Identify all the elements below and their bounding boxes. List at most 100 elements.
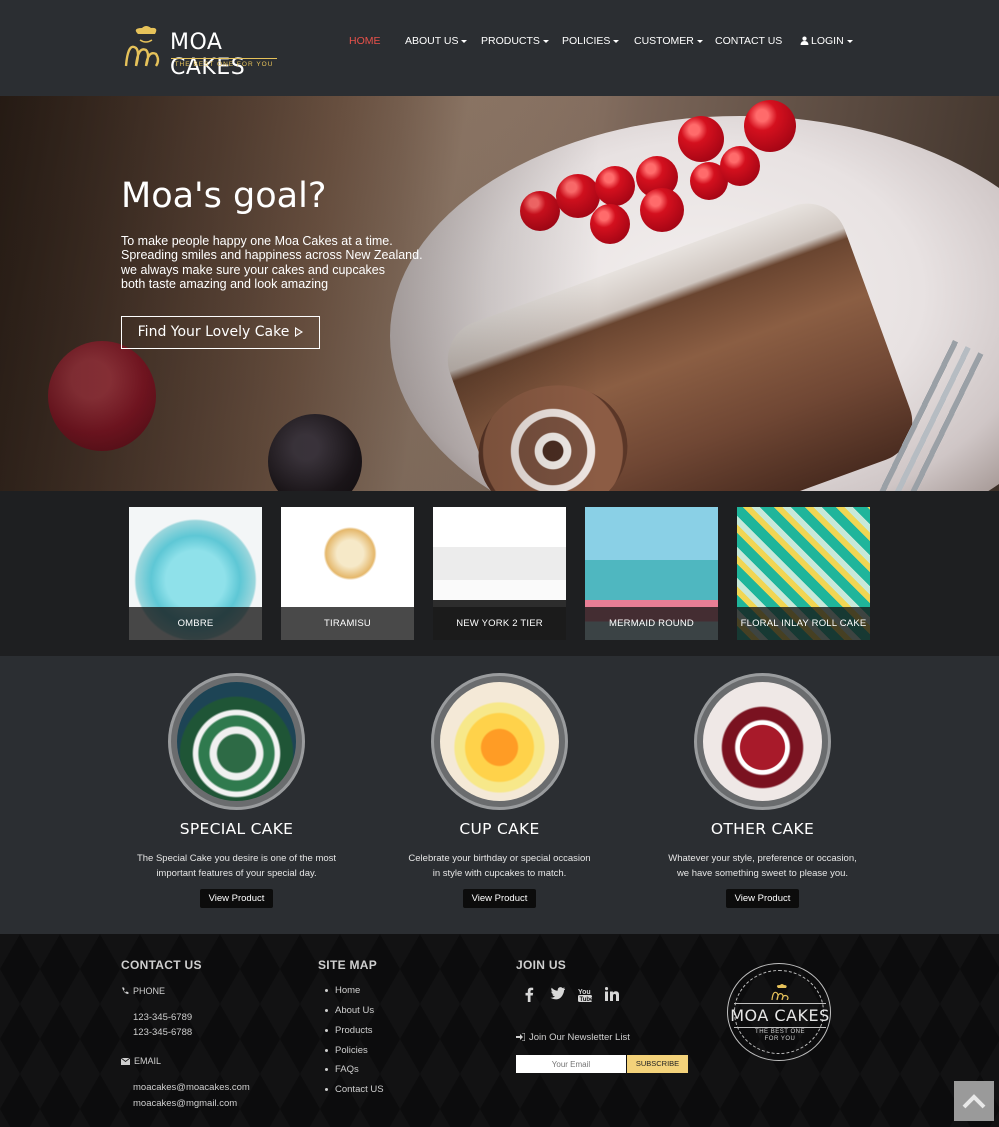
product-caption: TIRAMISU <box>281 607 414 640</box>
badge-divider <box>734 1003 826 1004</box>
hero-overlay <box>0 96 999 491</box>
nav-policies-label: POLICIES <box>562 35 611 47</box>
feature-desc-line: in style with cupcakes to match. <box>432 868 567 879</box>
features-section: SPECIAL CAKE The Special Cake you desire… <box>0 656 999 934</box>
svg-text:Tube: Tube <box>580 997 593 1002</box>
nav-contact-us[interactable]: CONTACT US <box>715 35 782 47</box>
badge-divider <box>734 1027 826 1028</box>
product-thumb-new-york[interactable]: NEW YORK 2 TIER <box>433 507 566 640</box>
product-thumb-ombre[interactable]: OMBRE <box>129 507 262 640</box>
baker-logo-icon <box>771 984 789 1000</box>
newsletter-label: Join Our Newsletter List <box>516 1032 630 1043</box>
hero-title: Moa's goal? <box>121 176 327 216</box>
scroll-to-top-button[interactable] <box>954 1081 994 1121</box>
feature-image-frame <box>431 673 568 810</box>
facebook-icon[interactable] <box>524 987 534 1002</box>
product-strip: OMBRE TIRAMISU NEW YORK 2 TIER MERMAID R… <box>0 491 999 656</box>
feature-special-cake: SPECIAL CAKE The Special Cake you desire… <box>105 656 368 934</box>
play-triangle-icon <box>295 327 304 337</box>
envelope-icon <box>120 1057 131 1065</box>
newsletter-label-text: Join Our Newsletter List <box>529 1032 630 1043</box>
hero-banner: Moa's goal? To make people happy one Moa… <box>0 96 999 491</box>
hero-description: To make people happy one Moa Cakes at a … <box>121 234 441 291</box>
contact-heading: CONTACT US <box>121 958 202 972</box>
site-header: MOA CAKES THE BEST ONE FOR YOU HOME ABOU… <box>0 0 999 96</box>
user-icon <box>800 36 809 45</box>
feature-description: Celebrate your birthday or special occas… <box>368 851 631 881</box>
nav-login-label: LOGIN <box>811 35 844 47</box>
nav-about-us[interactable]: ABOUT US <box>405 35 468 47</box>
caret-down-icon <box>846 39 853 43</box>
phone-number: 123-345-6788 <box>133 1027 193 1038</box>
svg-text:You: You <box>578 989 591 996</box>
feature-cup-cake: CUP CAKE Celebrate your birthday or spec… <box>368 656 631 934</box>
feature-desc-line: Celebrate your birthday or special occas… <box>408 853 591 864</box>
feature-title: SPECIAL CAKE <box>179 820 294 838</box>
phone-number: 123-345-6789 <box>133 1012 193 1023</box>
sitemap-link-contact[interactable]: Contact US <box>325 1084 384 1095</box>
feature-desc-line: Whatever your style, preference or occas… <box>668 853 857 864</box>
nav-customer[interactable]: CUSTOMER <box>634 35 703 47</box>
footer-logo-badge: MOA CAKES THE BEST ONE FOR YOU <box>727 963 831 1061</box>
hero-line: we always make sure your cakes and cupca… <box>121 262 386 277</box>
view-product-button[interactable]: View Product <box>726 889 799 908</box>
linkedin-icon[interactable] <box>605 987 619 1001</box>
nav-products[interactable]: PRODUCTS <box>481 35 549 47</box>
logo-tagline: THE BEST ONE FOR YOU <box>171 58 277 68</box>
product-thumb-mermaid[interactable]: MERMAID ROUND <box>585 507 718 640</box>
youtube-icon[interactable]: YouTube <box>578 987 592 1002</box>
cup-cake-image <box>440 682 559 801</box>
other-cake-image <box>703 682 822 801</box>
nav-customer-label: CUSTOMER <box>634 35 694 47</box>
nav-login[interactable]: LOGIN <box>800 35 853 47</box>
subscribe-button[interactable]: SUBSCRIBE <box>627 1055 688 1073</box>
badge-tagline-line: FOR YOU <box>764 1036 796 1042</box>
nav-home[interactable]: HOME <box>349 35 381 47</box>
feature-title: OTHER CAKE <box>710 820 815 838</box>
caret-down-icon <box>696 39 703 43</box>
feature-image-frame <box>168 673 305 810</box>
nav-policies[interactable]: POLICIES <box>562 35 620 47</box>
find-cake-button-label: Find Your Lovely Cake <box>137 324 290 340</box>
email-address[interactable]: moacakes@moacakes.com <box>133 1082 250 1093</box>
join-heading: JOIN US <box>516 958 567 972</box>
caret-down-icon <box>613 39 620 43</box>
feature-description: Whatever your style, preference or occas… <box>631 851 894 881</box>
hero-line: both taste amazing and look amazing <box>121 276 329 291</box>
product-caption: NEW YORK 2 TIER <box>433 607 566 640</box>
view-product-button[interactable]: View Product <box>200 889 273 908</box>
special-cake-image <box>177 682 296 801</box>
nav-products-label: PRODUCTS <box>481 35 540 47</box>
twitter-icon[interactable] <box>550 987 565 1000</box>
badge-brand-name: MOA CAKES <box>730 1006 830 1025</box>
email-label: EMAIL <box>120 1056 162 1066</box>
product-thumb-floral-roll[interactable]: FLORAL INLAY ROLL CAKE <box>737 507 870 640</box>
sitemap-link-home[interactable]: Home <box>325 985 360 996</box>
phone-label: PHONE <box>121 986 165 996</box>
sign-in-icon <box>516 1032 526 1042</box>
nav-contact-us-label: CONTACT US <box>715 35 783 47</box>
view-product-button[interactable]: View Product <box>463 889 536 908</box>
hero-line: To make people happy one Moa Cakes at a … <box>121 234 393 248</box>
product-thumb-tiramisu[interactable]: TIRAMISU <box>281 507 414 640</box>
product-caption: MERMAID ROUND <box>585 607 718 640</box>
site-footer: CONTACT US PHONE 123-345-6789 123-345-67… <box>0 934 999 1127</box>
nav-about-us-label: ABOUT US <box>405 35 459 47</box>
nav-home-label: HOME <box>349 35 381 47</box>
sitemap-link-policies[interactable]: Policies <box>325 1045 368 1056</box>
sitemap-link-faqs[interactable]: FAQs <box>325 1064 359 1075</box>
newsletter-email-input[interactable] <box>516 1055 626 1073</box>
find-cake-button[interactable]: Find Your Lovely Cake <box>121 316 320 349</box>
sitemap-link-products[interactable]: Products <box>325 1025 373 1036</box>
caret-down-icon <box>461 39 468 43</box>
hero-line: Spreading smiles and happiness across Ne… <box>121 248 423 263</box>
main-nav: HOME ABOUT US PRODUCTS POLICIES CUSTOMER… <box>0 35 999 49</box>
product-caption: OMBRE <box>129 607 262 640</box>
sitemap-heading: SITE MAP <box>318 958 378 972</box>
feature-desc-line: important features of your special day. <box>156 868 317 879</box>
sitemap-link-about[interactable]: About Us <box>325 1005 374 1016</box>
email-address[interactable]: moacakes@mgmail.com <box>133 1098 237 1109</box>
email-label-text: EMAIL <box>134 1056 162 1066</box>
chevron-up-icon <box>962 1094 986 1109</box>
caret-down-icon <box>542 39 549 43</box>
